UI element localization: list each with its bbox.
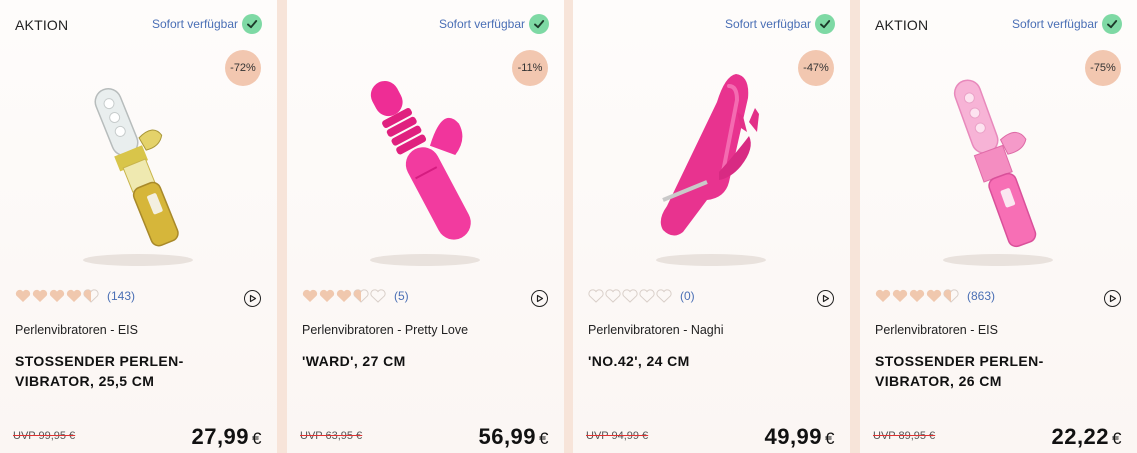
product-category: Perlenvibratoren - EIS xyxy=(875,323,998,337)
product-card[interactable]: Sofort verfügbar -47% (0) Perlenvibrator… xyxy=(573,0,850,453)
availability-text: Sofort verfügbar xyxy=(1011,17,1098,31)
availability-text: Sofort verfügbar xyxy=(151,17,238,31)
pink-thrusting-rabbit-vibrator-icon xyxy=(370,81,480,266)
uvp-price: UVP 94,99 € xyxy=(586,430,649,442)
product-card[interactable]: AKTION Sofort verfügbar -72% (143) Perle… xyxy=(0,0,277,453)
availability-badge: Sofort verfügbar xyxy=(725,14,835,34)
rating-count[interactable]: (863) xyxy=(967,289,995,303)
magenta-curved-rabbit-vibrator-icon xyxy=(656,74,766,266)
product-title[interactable]: STOSSENDER PERLEN-VIBRATOR, 25,5 CM xyxy=(15,351,255,391)
play-video-icon[interactable] xyxy=(531,290,548,307)
currency: € xyxy=(539,429,549,448)
product-price: 56,99 € xyxy=(478,424,549,450)
product-category: Perlenvibratoren - EIS xyxy=(15,323,138,337)
play-video-icon[interactable] xyxy=(1104,290,1121,307)
heart-empty-icon xyxy=(370,289,386,303)
product-price: 49,99 € xyxy=(764,424,835,450)
rating: (5) xyxy=(302,289,409,303)
check-icon xyxy=(242,14,262,34)
heart-empty-icon xyxy=(588,289,604,303)
rating: (0) xyxy=(588,289,695,303)
product-category: Perlenvibratoren - Pretty Love xyxy=(302,323,469,337)
currency: € xyxy=(1112,429,1122,448)
gold-clear-rabbit-vibrator-icon xyxy=(83,88,193,266)
availability-badge: Sofort verfügbar xyxy=(439,14,549,34)
heart-full-icon xyxy=(49,289,65,303)
product-price: 27,99 € xyxy=(191,424,262,450)
product-grid: AKTION Sofort verfügbar -72% (143) Perle… xyxy=(0,0,1137,453)
product-image[interactable] xyxy=(38,62,238,272)
rating: (143) xyxy=(15,289,135,303)
price-value: 27,99 xyxy=(191,424,250,449)
uvp-price: UVP 63,95 € xyxy=(300,430,363,442)
product-title[interactable]: 'NO.42', 24 CM xyxy=(588,351,828,371)
product-card[interactable]: Sofort verfügbar -11% (5) Perlenvibrator… xyxy=(287,0,564,453)
product-title[interactable]: STOSSENDER PERLEN-VIBRATOR, 26 CM xyxy=(875,351,1115,391)
heart-full-icon xyxy=(875,289,891,303)
availability-text: Sofort verfügbar xyxy=(724,17,811,31)
pink-clear-rabbit-vibrator-icon xyxy=(943,79,1053,266)
rating-count[interactable]: (143) xyxy=(107,289,135,303)
heart-full-icon xyxy=(336,289,352,303)
product-image[interactable] xyxy=(611,62,811,272)
heart-full-icon xyxy=(32,289,48,303)
heart-empty-icon xyxy=(656,289,672,303)
heart-full-icon xyxy=(892,289,908,303)
promo-label: AKTION xyxy=(875,17,929,33)
heart-half-icon xyxy=(353,289,369,303)
uvp-price: UVP 89,95 € xyxy=(873,430,936,442)
heart-empty-icon xyxy=(605,289,621,303)
heart-empty-icon xyxy=(622,289,638,303)
heart-half-icon xyxy=(83,289,99,303)
heart-empty-icon xyxy=(639,289,655,303)
heart-full-icon xyxy=(926,289,942,303)
product-title[interactable]: 'WARD', 27 CM xyxy=(302,351,542,371)
availability-badge: Sofort verfügbar xyxy=(152,14,262,34)
check-icon xyxy=(1102,14,1122,34)
product-price: 22,22 € xyxy=(1051,424,1122,450)
heart-full-icon xyxy=(319,289,335,303)
rating-count[interactable]: (0) xyxy=(680,289,695,303)
promo-label: AKTION xyxy=(15,17,69,33)
currency: € xyxy=(825,429,835,448)
heart-half-icon xyxy=(943,289,959,303)
check-icon xyxy=(815,14,835,34)
product-image[interactable] xyxy=(898,62,1098,272)
availability-text: Sofort verfügbar xyxy=(438,17,525,31)
rating: (863) xyxy=(875,289,995,303)
price-value: 56,99 xyxy=(478,424,537,449)
currency: € xyxy=(252,429,262,448)
uvp-price: UVP 99,95 € xyxy=(13,430,76,442)
check-icon xyxy=(529,14,549,34)
heart-full-icon xyxy=(909,289,925,303)
heart-full-icon xyxy=(66,289,82,303)
product-card[interactable]: AKTION Sofort verfügbar -75% (863) Perle… xyxy=(860,0,1137,453)
availability-badge: Sofort verfügbar xyxy=(1012,14,1122,34)
heart-full-icon xyxy=(302,289,318,303)
heart-full-icon xyxy=(15,289,31,303)
rating-count[interactable]: (5) xyxy=(394,289,409,303)
play-video-icon[interactable] xyxy=(817,290,834,307)
product-image[interactable] xyxy=(325,62,525,272)
price-value: 49,99 xyxy=(764,424,823,449)
product-category: Perlenvibratoren - Naghi xyxy=(588,323,724,337)
price-value: 22,22 xyxy=(1051,424,1110,449)
play-video-icon[interactable] xyxy=(244,290,261,307)
